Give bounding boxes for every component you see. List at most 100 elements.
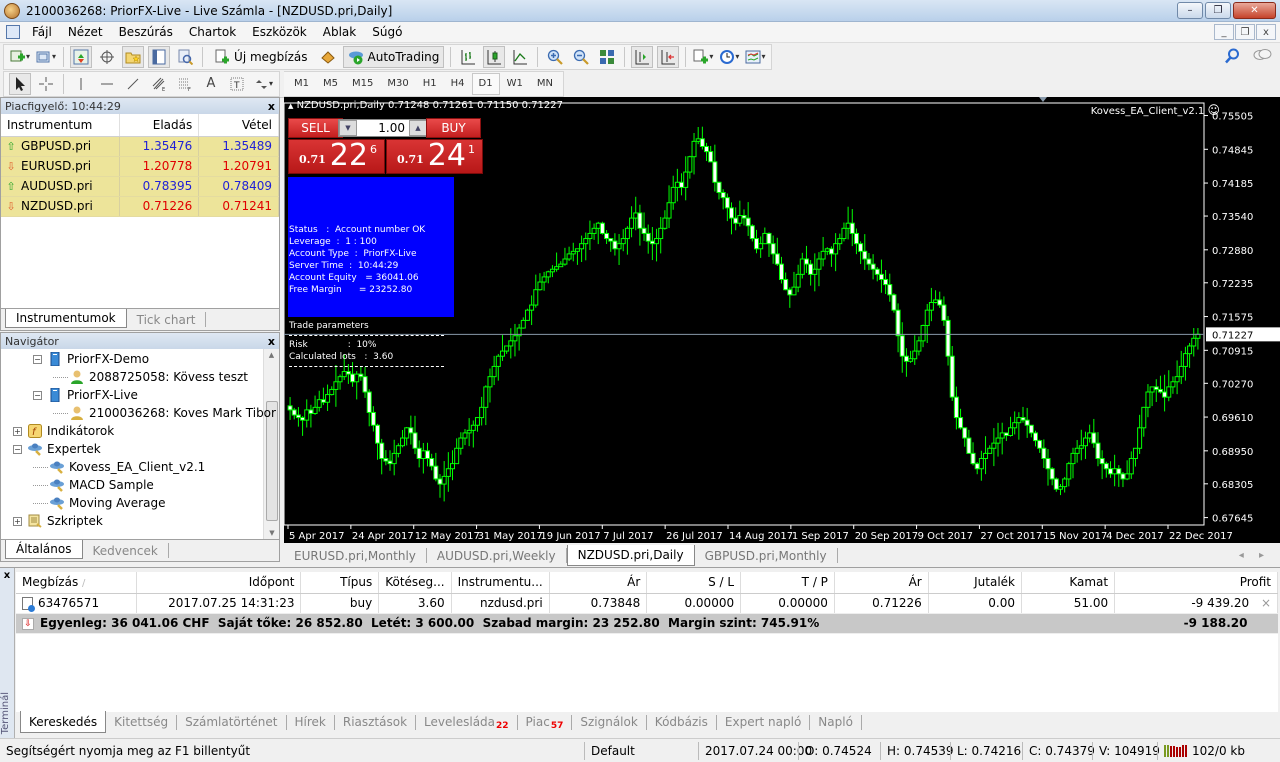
market-watch-row[interactable]: ⇩ NZDUSD.pri 0.71226 0.71241: [1, 196, 279, 217]
new-chart-button[interactable]: ▾: [9, 46, 31, 68]
terminal-tab[interactable]: Szignálok: [572, 714, 647, 730]
terminal-tab[interactable]: Kereskedés: [20, 711, 107, 733]
chart-tabs-scroll-arrows[interactable]: ◂ ▸: [1239, 550, 1270, 561]
symbol-cell[interactable]: ⇧ AUDUSD.pri: [1, 176, 120, 197]
metaeditor-button[interactable]: [317, 46, 339, 68]
navigator-item[interactable]: − Expertek: [13, 440, 101, 458]
market-watch-close-button[interactable]: x: [268, 100, 275, 113]
navigator-item[interactable]: Kovess_EA_Client_v2.1: [33, 458, 205, 476]
column-header-bid[interactable]: Eladás: [119, 114, 200, 137]
menu-file[interactable]: Fájl: [24, 25, 60, 39]
tile-windows-button[interactable]: [596, 46, 618, 68]
order-row[interactable]: 63476571 2017.07.25 14:31:23 buy 3.60 nzdusd…: [16, 593, 1278, 614]
timeframe-m5[interactable]: M5: [316, 73, 345, 95]
restore-button[interactable]: ❐: [1205, 2, 1231, 19]
autotrading-button[interactable]: AutoTrading: [342, 45, 445, 68]
symbol-cell[interactable]: ⇩ NZDUSD.pri: [1, 196, 120, 217]
price-chart[interactable]: 0.75505 0.74845 0.74185 0.73540 0.72880 0.722…: [284, 97, 1280, 543]
timeframe-m1[interactable]: M1: [287, 73, 316, 95]
symbol-cell[interactable]: ⇩ EURUSD.pri: [1, 156, 120, 177]
navigator-item[interactable]: MACD Sample: [33, 476, 154, 494]
column-header-symbol[interactable]: Instrumentum: [1, 114, 120, 137]
buy-button[interactable]: BUY: [426, 118, 481, 138]
cursor-button[interactable]: [9, 72, 31, 95]
expert-advisor-label[interactable]: Kovess_EA_Client_v2.1 ☺: [1091, 103, 1220, 117]
column-header[interactable]: T / P: [740, 572, 835, 594]
column-header[interactable]: Kamat: [1021, 572, 1116, 594]
terminal-tab[interactable]: Kódbázis: [647, 714, 717, 730]
arrows-button[interactable]: ▾: [252, 73, 274, 95]
timeframe-m15[interactable]: M15: [345, 73, 380, 95]
navigator-scrollbar[interactable]: ▲ ▼: [263, 349, 279, 539]
terminal-tab[interactable]: Levelesláda 22: [416, 714, 518, 731]
chart-collapse-icon[interactable]: ▲: [288, 102, 293, 110]
terminal-tab[interactable]: Kitettség: [106, 714, 178, 730]
menu-help[interactable]: Súgó: [364, 25, 410, 39]
column-header[interactable]: Jutalék: [928, 572, 1023, 594]
sell-button[interactable]: SELL: [288, 118, 343, 138]
templates-button[interactable]: ▾: [744, 46, 766, 68]
lot-decrease-button[interactable]: ▼: [339, 120, 357, 136]
column-header[interactable]: Időpont: [136, 572, 302, 594]
collapse-icon[interactable]: −: [13, 444, 22, 454]
navigator-item[interactable]: − PriorFX-Live: [33, 386, 138, 404]
symbol-cell[interactable]: ⇧ GBPUSD.pri: [1, 136, 120, 157]
column-header[interactable]: Típus: [300, 572, 380, 594]
strategy-tester-button[interactable]: [174, 46, 196, 68]
column-header[interactable]: Ár: [549, 572, 648, 594]
tab-tick-chart[interactable]: Tick chart: [127, 312, 207, 327]
buy-price-button[interactable]: 0.71 24 1: [386, 139, 483, 174]
equidistant-channel-button[interactable]: E: [148, 73, 170, 95]
mdi-minimize-button[interactable]: _: [1214, 24, 1234, 40]
terminal-button[interactable]: [148, 45, 171, 68]
auto-scroll-button[interactable]: [657, 45, 680, 68]
tab-favorites[interactable]: Kedvencek: [83, 543, 169, 558]
navigator-item[interactable]: Moving Average: [33, 494, 165, 512]
mdi-restore-button[interactable]: ❐: [1235, 24, 1255, 40]
menu-charts[interactable]: Chartok: [181, 25, 244, 39]
terminal-tab[interactable]: Riasztások: [335, 714, 417, 730]
market-watch-row[interactable]: ⇧ GBPUSD.pri 1.35476 1.35489: [1, 136, 279, 157]
chart-tab-audusd[interactable]: AUDUSD.pri,Weekly: [427, 548, 567, 563]
trendline-button[interactable]: [122, 73, 144, 95]
tab-general[interactable]: Általános: [5, 540, 83, 559]
column-header-ask[interactable]: Vétel: [198, 114, 279, 137]
market-watch-button[interactable]: [70, 45, 93, 68]
expand-icon[interactable]: +: [13, 516, 22, 526]
line-chart-button[interactable]: [509, 46, 531, 68]
minimize-button[interactable]: –: [1177, 2, 1203, 19]
sell-price-button[interactable]: 0.71 22 6: [288, 139, 385, 174]
terminal-tab[interactable]: Hírek: [287, 714, 335, 730]
menu-tools[interactable]: Eszközök: [244, 25, 315, 39]
chat-button[interactable]: [1252, 48, 1272, 67]
bar-chart-button[interactable]: [457, 46, 479, 68]
zoom-out-button[interactable]: [570, 46, 592, 68]
timeframe-h1[interactable]: H1: [416, 73, 444, 95]
terminal-tab[interactable]: Expert napló: [717, 714, 811, 730]
navigator-item[interactable]: 2100036268: Koves Mark Tibor: [53, 404, 276, 422]
navigator-item[interactable]: + f Indikátorok: [13, 422, 114, 440]
fibonacci-button[interactable]: F: [174, 73, 196, 95]
timeframe-w1[interactable]: W1: [500, 73, 530, 95]
timeframe-d1[interactable]: D1: [471, 72, 500, 95]
vertical-line-button[interactable]: [70, 73, 92, 95]
menu-insert[interactable]: Beszúrás: [111, 25, 181, 39]
terminal-tab[interactable]: Piac 57: [518, 714, 573, 731]
search-button[interactable]: [1224, 48, 1240, 67]
market-watch-row[interactable]: ⇩ EURUSD.pri 1.20778 1.20791: [1, 156, 279, 177]
text-button[interactable]: A: [200, 73, 222, 95]
timeframe-h4[interactable]: H4: [444, 73, 472, 95]
horizontal-line-button[interactable]: [96, 73, 118, 95]
navigator-item[interactable]: + Szkriptek: [13, 512, 103, 530]
candlestick-button[interactable]: [483, 45, 506, 68]
lot-size-input[interactable]: ▼ 1.00 ▲: [338, 119, 428, 137]
chart-tab-eurusd[interactable]: EURUSD.pri,Monthly: [284, 548, 427, 563]
terminal-close-button[interactable]: x: [0, 570, 14, 581]
terminal-tab[interactable]: Napló: [810, 714, 862, 730]
text-label-button[interactable]: T: [226, 73, 248, 95]
timeframe-mn[interactable]: MN: [530, 73, 560, 95]
navigator-item[interactable]: 2088725058: Kövess teszt: [53, 368, 248, 386]
tab-symbols[interactable]: Instrumentumok: [5, 309, 127, 328]
menu-window[interactable]: Ablak: [315, 25, 364, 39]
column-header[interactable]: Instrumentu...: [451, 572, 550, 594]
